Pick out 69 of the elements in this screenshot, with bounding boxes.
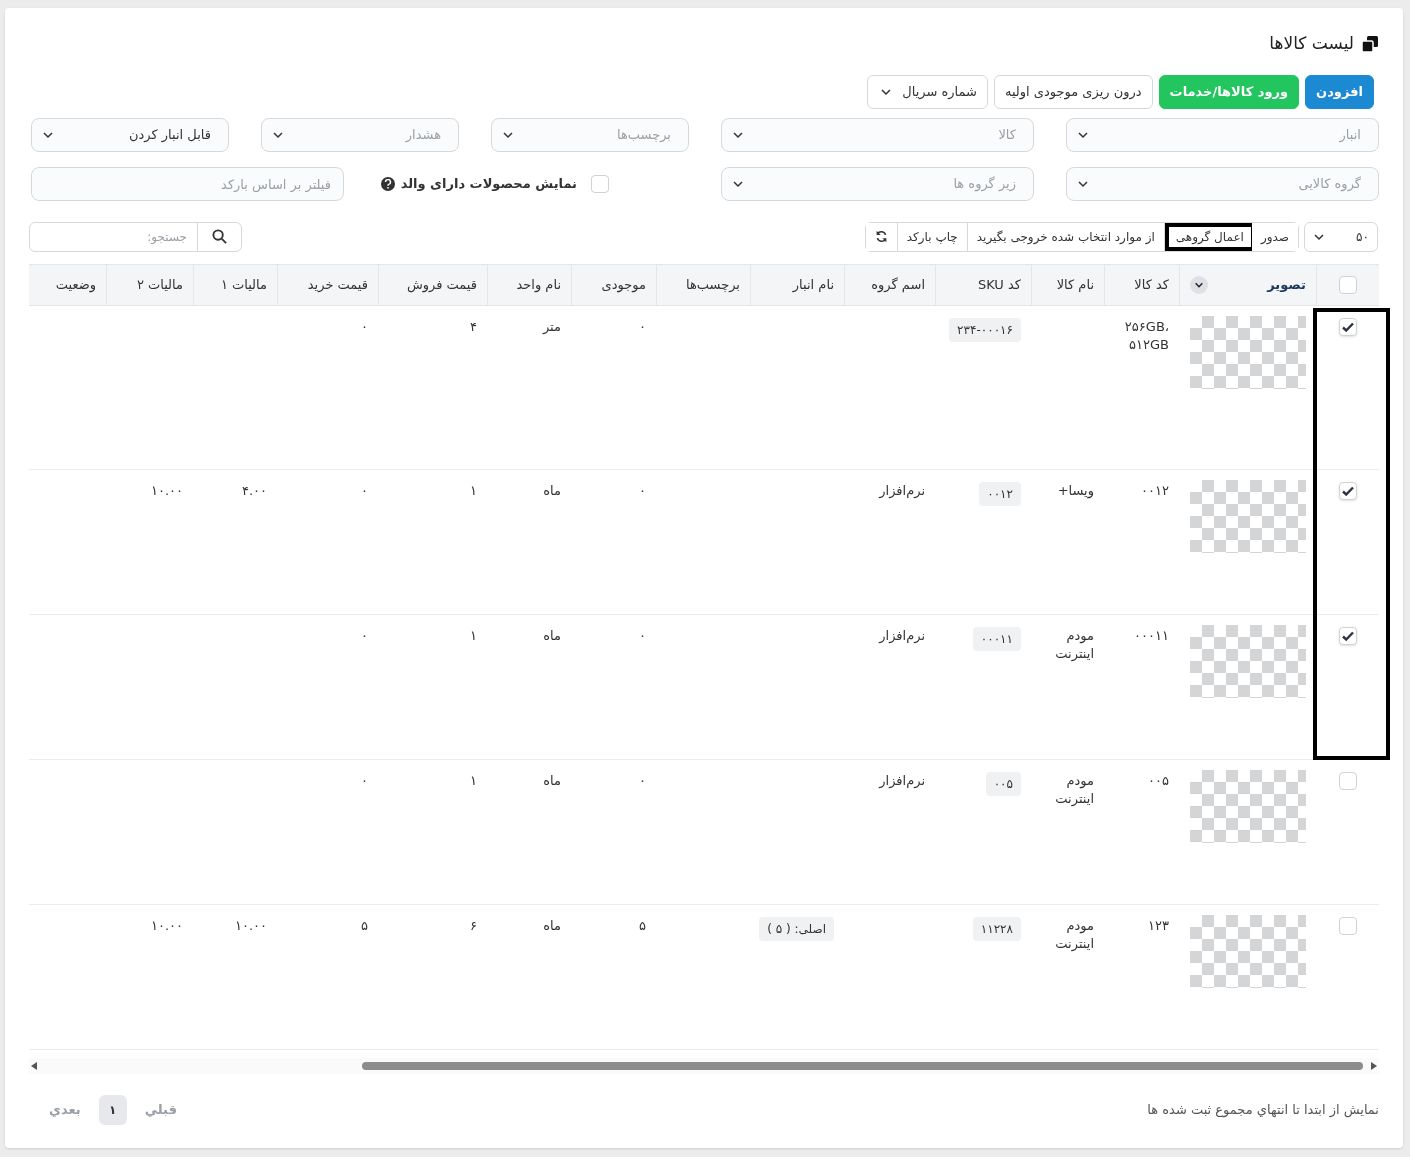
column-header[interactable]: موجودی [601, 275, 646, 295]
table-cell: ۱ [470, 772, 477, 790]
table-cell: ۱۰.۰۰ [150, 482, 183, 500]
action-button[interactable]: درون ریزی موجودی اولیه [993, 75, 1153, 109]
barcode-filter-field[interactable]: فیلتر بر اساس بارکد [31, 167, 344, 201]
sku-badge: ۰۰۰۱۱ [972, 627, 1021, 651]
table-cell-text: مودم اینترنت [1054, 627, 1094, 663]
pagination-info: نمایش از ابتدا تا انتهاي مجموع ثبت شده ها [1147, 1101, 1379, 1120]
action-button[interactable]: افزودن [1305, 75, 1374, 109]
column-header[interactable]: کد کالا [1134, 275, 1169, 295]
table-cell-text: ۲۵۶GB، ۵۱۲GB [1123, 318, 1169, 354]
column-header[interactable]: کد SKU [977, 275, 1021, 295]
column-header[interactable]: برچسب‌ها [686, 275, 740, 295]
sku-badge: ۲۳۴-۰۰۰۱۶ [949, 318, 1021, 342]
table-cell: ماه [543, 917, 561, 935]
table-cell: ماه [543, 627, 561, 645]
table-cell: ویسا+ [1057, 482, 1094, 500]
column-header[interactable]: مالیات ۱ [220, 275, 267, 295]
table-cell: ۵ [639, 917, 646, 935]
column-header[interactable]: نام انبار [792, 275, 834, 295]
table-cell: ۴ [470, 318, 477, 336]
column-header[interactable]: قیمت خرید [307, 275, 368, 295]
table-cell-text: مودم اینترنت [1054, 772, 1094, 808]
table-cell: ۵ [361, 917, 368, 935]
table-cell: ۰ [361, 772, 368, 790]
page-button[interactable]: ۱ [98, 1095, 127, 1125]
table-cell: ماه [543, 772, 561, 790]
warehouse-badge: اصلی: ( ۵ ) [759, 917, 834, 941]
table-cell: ۰ [639, 772, 646, 790]
checkbox-label: نمایش محصولات دارای والد [400, 175, 577, 194]
table-cell: ۰ [639, 482, 646, 500]
table-cell: ۰ [639, 627, 646, 645]
table-cell: نرم‌افزار [879, 772, 925, 790]
table-cell: ۰ [639, 318, 646, 336]
column-header[interactable]: مالیات ۲ [136, 275, 183, 295]
sku-badge: ۱۱۲۲۸ [972, 917, 1021, 941]
table-cell: ۴.۰۰ [241, 482, 267, 500]
table-cell: ۱ [470, 482, 477, 500]
toolbar-button[interactable]: اعمال گروهی [1164, 222, 1252, 251]
table-cell: ۱ [470, 627, 477, 645]
table-cell: نرم‌افزار [879, 482, 925, 500]
table-cell: ۰ [361, 482, 368, 500]
column-header[interactable]: قیمت فروش [406, 275, 477, 295]
table-cell: ۰ [361, 318, 368, 336]
table-cell: ۰۰۱۲ [1141, 482, 1169, 500]
search-input[interactable]: جستجو: [30, 222, 197, 251]
sku-badge: ۰۰۵ [985, 772, 1021, 796]
table-cell: ماه [543, 482, 561, 500]
table-cell: ۰۰۵ [1148, 772, 1169, 790]
table-cell: ۰۰۰۱۱ [1134, 627, 1169, 645]
table-cell-text: مودم اینترنت [1054, 917, 1094, 953]
table-cell: متر [542, 318, 561, 336]
column-header[interactable]: نام واحد [516, 275, 561, 295]
search-field[interactable]: جستجو: [29, 221, 242, 252]
table-cell: ۱۰.۰۰ [150, 917, 183, 935]
select-field[interactable]: قابل انبار کردن [31, 118, 229, 152]
table-cell: ۱۰.۰۰ [234, 917, 267, 935]
serial-number-dropdown[interactable]: شماره سریال [867, 75, 988, 109]
sku-badge: ۰۰۱۲ [979, 482, 1021, 506]
column-header[interactable]: اسم گروه [871, 275, 925, 295]
table-cell: ۱۲۳ [1148, 917, 1169, 935]
column-header[interactable]: تصویر [1267, 275, 1306, 295]
table-cell: ۶ [470, 917, 477, 935]
page-title: لیست کالاها [1269, 32, 1354, 56]
table-cell: نرم‌افزار [879, 627, 925, 645]
page-size-select[interactable]: ۵۰ [1304, 221, 1378, 252]
column-header[interactable]: نام کالا [1056, 275, 1094, 295]
column-header[interactable]: وضعیت [55, 275, 96, 295]
table-cell: ۰ [361, 627, 368, 645]
